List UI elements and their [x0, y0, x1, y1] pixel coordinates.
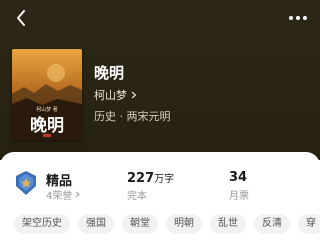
tag-chip[interactable]: 明朝	[166, 214, 202, 234]
tag-list: 架空历史 强国 朝堂 明朝 乱世 反清 穿	[14, 214, 320, 234]
back-button[interactable]	[12, 8, 32, 28]
cover-title: 晚明	[30, 115, 64, 136]
chevron-right-icon	[76, 191, 81, 198]
chevron-right-icon	[131, 91, 137, 99]
tag-chip[interactable]: 架空历史	[14, 214, 70, 234]
author-name: 柯山梦	[94, 89, 127, 102]
book-title: 晚明	[94, 64, 125, 82]
word-count-unit: 万字	[154, 174, 175, 185]
quality-medal-icon	[16, 171, 36, 195]
tag-chip[interactable]: 反清	[254, 214, 290, 234]
word-count-number: 227	[127, 171, 155, 186]
monthly-votes-value: 34	[229, 170, 248, 185]
tag-chip[interactable]: 穿	[298, 214, 320, 234]
completion-status: 完本	[127, 191, 147, 202]
book-genre: 历史 · 两宋元明	[94, 110, 171, 123]
monthly-votes-label: 月票	[229, 191, 249, 202]
honors-label: 4荣誉	[46, 191, 73, 202]
cover-subtitle: 柯山梦 著	[36, 106, 58, 113]
more-options-button[interactable]	[286, 8, 310, 28]
honors-link[interactable]: 4荣誉	[46, 187, 81, 202]
author-link[interactable]: 柯山梦	[94, 87, 137, 103]
tag-chip[interactable]: 强国	[78, 214, 114, 234]
word-count: 227万字	[127, 170, 174, 186]
book-cover[interactable]: 柯山梦 著 晚明	[12, 49, 82, 140]
tag-chip[interactable]: 乱世	[210, 214, 246, 234]
tag-chip[interactable]: 朝堂	[122, 214, 158, 234]
